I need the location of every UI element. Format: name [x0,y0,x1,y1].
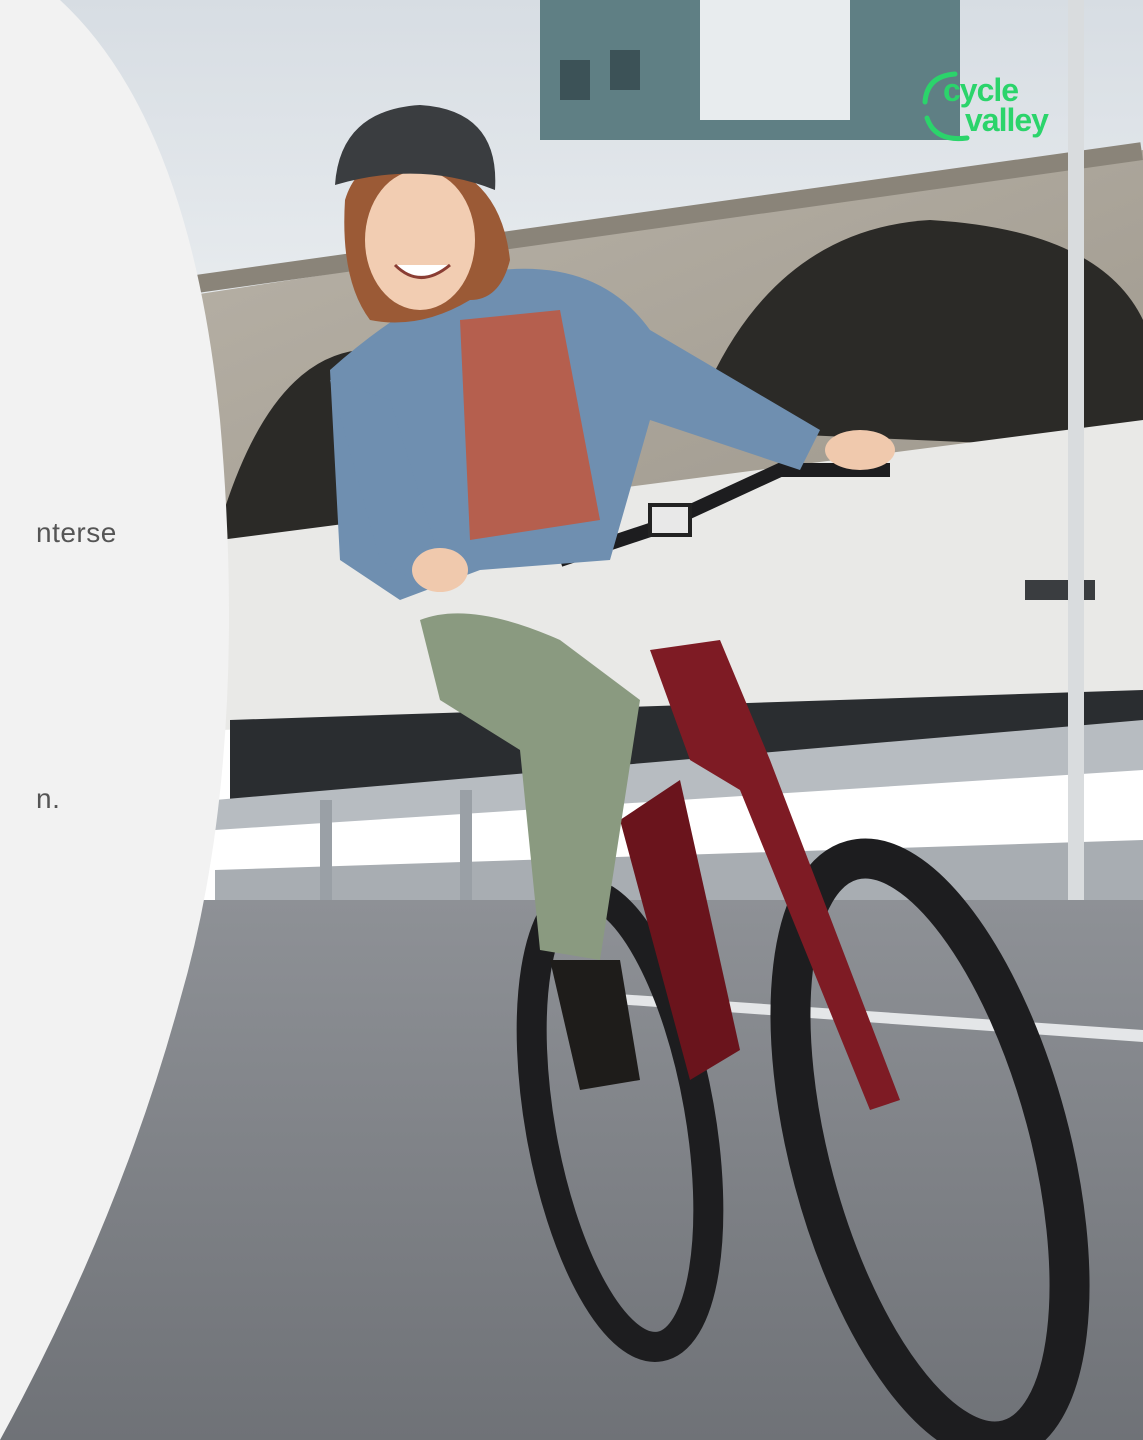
text-panel [0,0,229,1440]
cycle-valley-logo: cycle valley [907,64,1077,154]
slide: nterse n. cycle valley [0,0,1143,1440]
logo-word-valley: valley [965,102,1049,138]
